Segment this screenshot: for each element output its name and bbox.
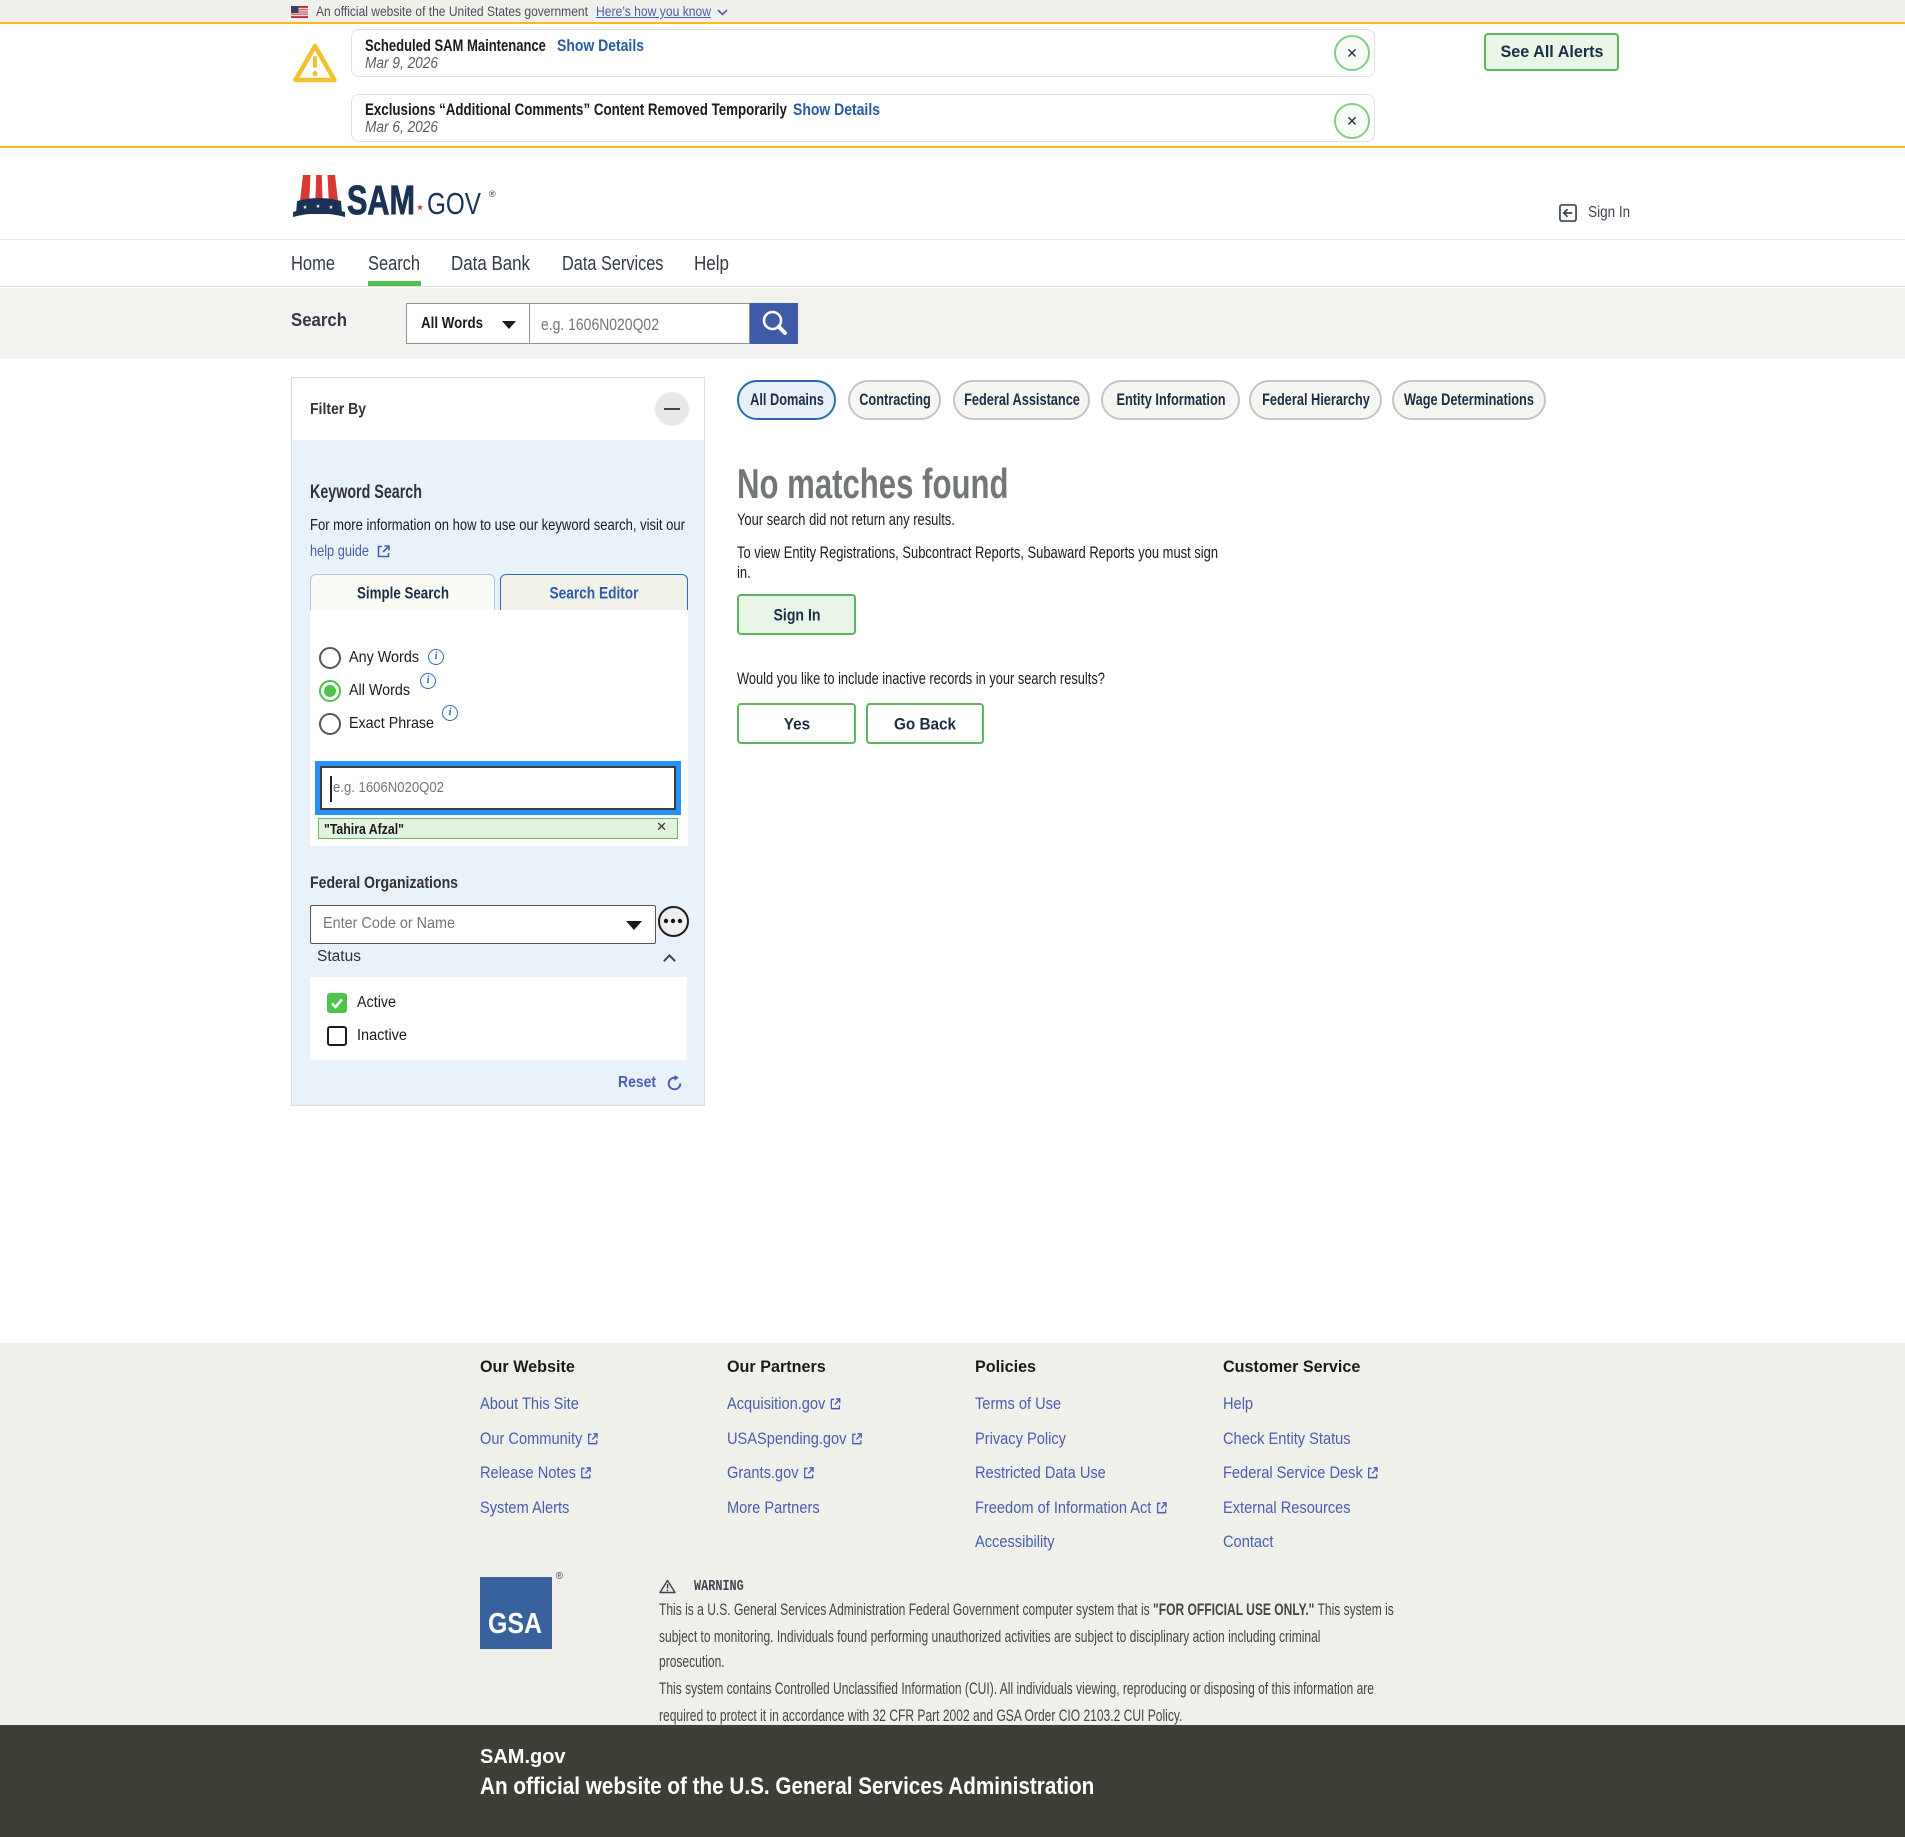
svg-text:SAM: SAM — [347, 177, 415, 222]
svg-text:GOV: GOV — [427, 186, 481, 221]
svg-text:®: ® — [489, 189, 496, 199]
